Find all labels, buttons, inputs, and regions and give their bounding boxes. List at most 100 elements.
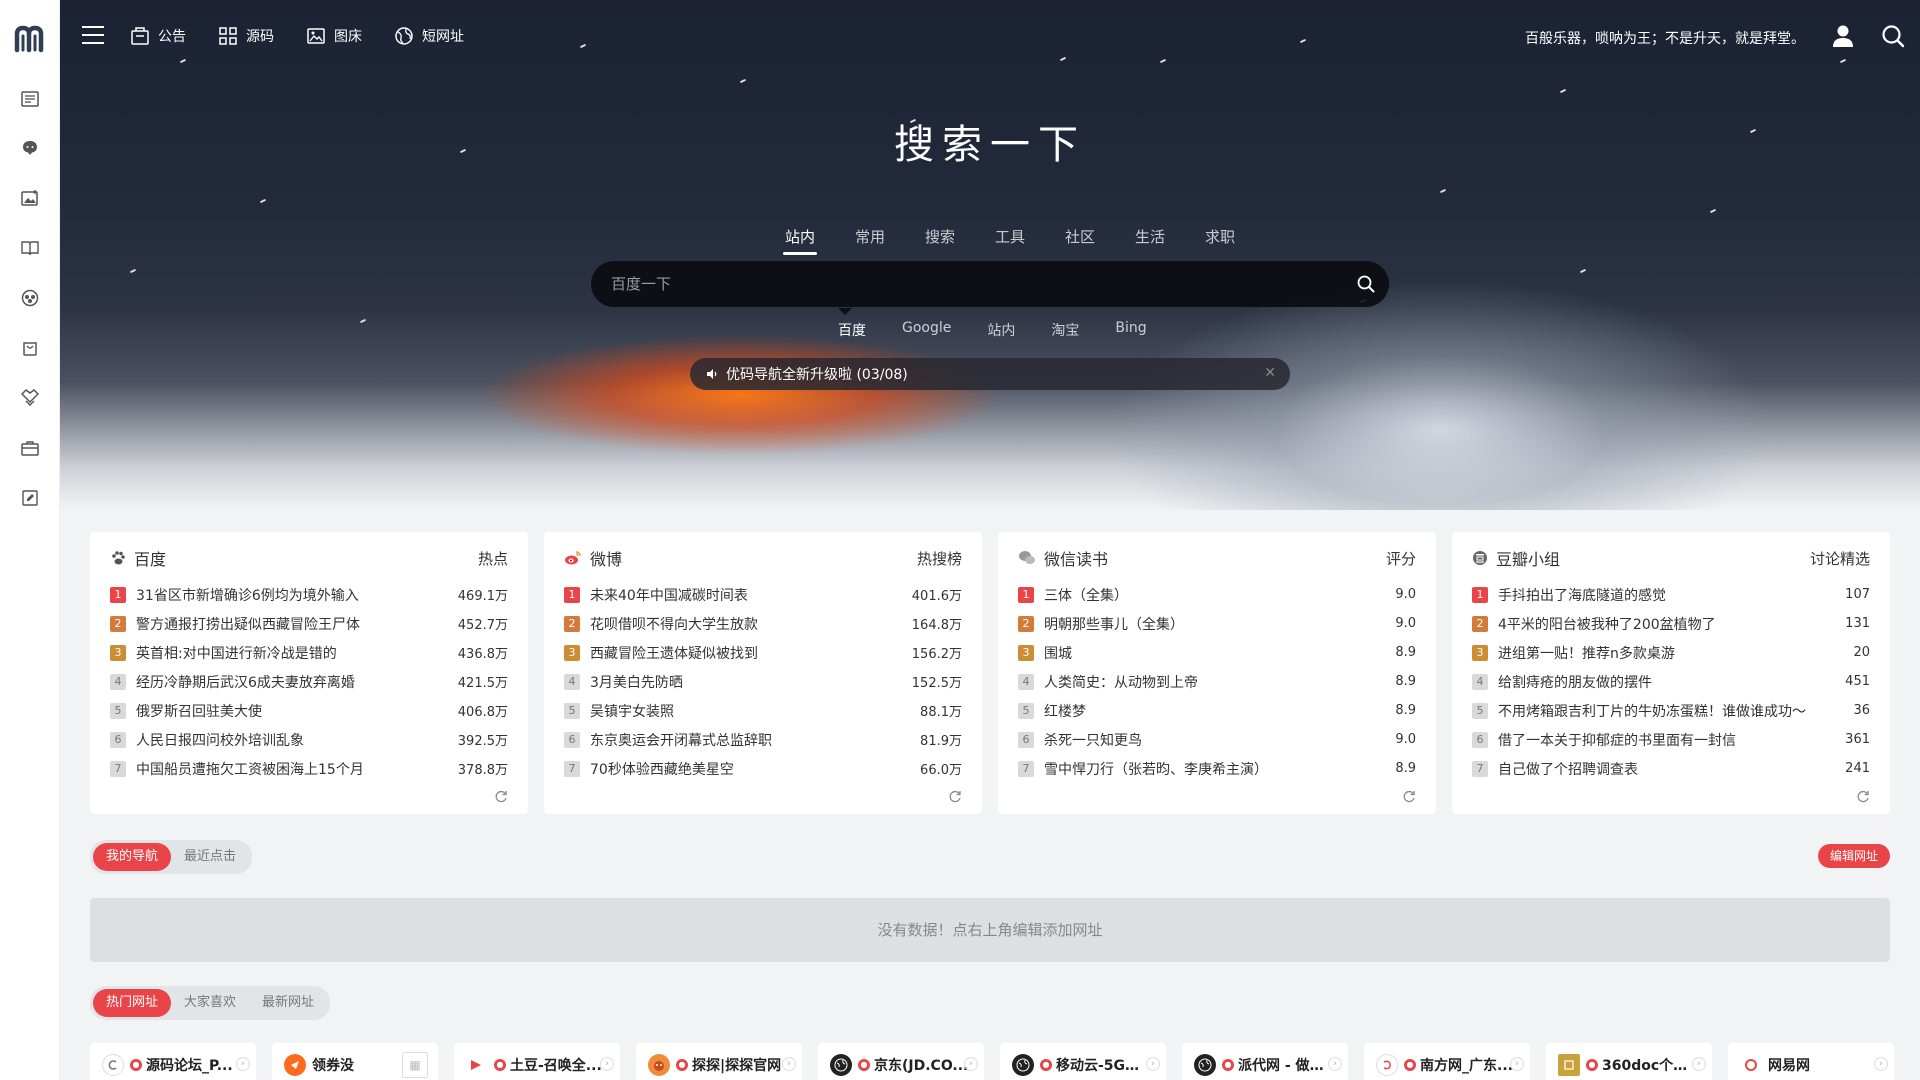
engine-bing[interactable]: Bing <box>1097 320 1164 340</box>
engine-baidu[interactable]: 百度 <box>820 320 884 340</box>
tab-community[interactable]: 社区 <box>1045 226 1115 255</box>
hot-title[interactable]: 围城 <box>1044 643 1395 663</box>
nav-image-host[interactable]: 图床 <box>306 26 362 46</box>
hot-title[interactable]: 人类简史：从动物到上帝 <box>1044 672 1395 692</box>
refresh-icon[interactable] <box>1856 790 1870 804</box>
hot-row[interactable]: 7 中国船员遭拖欠工资被困海上15个月 378.8万 <box>110 754 508 783</box>
hot-title[interactable]: 经历冷静期后武汉6成夫妻放弃离婚 <box>136 672 458 692</box>
search-input[interactable] <box>591 261 1343 307</box>
hot-row[interactable]: 2 花呗借呗不得向大学生放款 164.8万 <box>564 609 962 638</box>
hot-title[interactable]: 人民日报四问校外培训乱象 <box>136 730 458 750</box>
hot-row[interactable]: 7 雪中悍刀行（张若昀、李庚希主演） 8.9 <box>1018 754 1416 783</box>
shopping-bag-icon[interactable] <box>19 337 41 359</box>
hot-row[interactable]: 3 英首相:对中国进行新冷战是错的 436.8万 <box>110 638 508 667</box>
engine-taobao[interactable]: 淘宝 <box>1033 320 1097 340</box>
site-card[interactable]: ● 派代网 - 做电... › <box>1182 1043 1348 1080</box>
hot-row[interactable]: 3 进组第一贴！推荐n多款桌游 20 <box>1472 638 1870 667</box>
hot-row[interactable]: 2 明朝那些事儿（全集） 9.0 <box>1018 609 1416 638</box>
site-card[interactable]: ● 南方网_广东... › <box>1364 1043 1530 1080</box>
hot-row[interactable]: 4 3月美白先防晒 152.5万 <box>564 667 962 696</box>
refresh-icon[interactable] <box>1402 790 1416 804</box>
hot-title[interactable]: 手抖拍出了海底隧道的感觉 <box>1498 585 1845 605</box>
hot-title[interactable]: 红楼梦 <box>1044 701 1395 721</box>
tab-recent-clicks[interactable]: 最近点击 <box>171 843 249 871</box>
site-card[interactable]: ● 京东(JD.CO... › <box>818 1043 984 1080</box>
hot-title[interactable]: 中国船员遭拖欠工资被困海上15个月 <box>136 759 458 779</box>
site-arrow-icon[interactable]: › <box>1146 1057 1160 1071</box>
hot-row[interactable]: 6 东京奥运会开闭幕式总监辞职 81.9万 <box>564 725 962 754</box>
site-arrow-icon[interactable]: › <box>1328 1057 1342 1071</box>
nav-short-url[interactable]: 短网址 <box>394 26 464 46</box>
hot-row[interactable]: 6 借了一本关于抑郁症的书里面有一封信 361 <box>1472 725 1870 754</box>
hot-row[interactable]: 4 人类简史：从动物到上帝 8.9 <box>1018 667 1416 696</box>
briefcase-icon[interactable] <box>19 437 41 459</box>
nav-source-code[interactable]: 源码 <box>218 26 274 46</box>
hot-title[interactable]: 不用烤箱跟吉利丁片的牛奶冻蛋糕！谁做谁成功～ <box>1498 701 1853 721</box>
hot-row[interactable]: 5 俄罗斯召回驻美大使 406.8万 <box>110 696 508 725</box>
site-arrow-icon[interactable]: › <box>782 1057 796 1071</box>
hot-row[interactable]: 3 西藏冒险王遗体疑似被找到 156.2万 <box>564 638 962 667</box>
hot-title[interactable]: 自己做了个招聘调查表 <box>1498 759 1845 779</box>
tab-hot-sites[interactable]: 热门网址 <box>93 989 172 1017</box>
edit-icon[interactable] <box>19 487 41 509</box>
tab-common[interactable]: 常用 <box>835 226 905 255</box>
hot-title[interactable]: 警方通报打捞出疑似西藏冒险王尸体 <box>136 614 458 634</box>
hot-title[interactable]: 杀死一只知更鸟 <box>1044 730 1395 750</box>
site-card[interactable]: ● 探探|探探官网 › <box>636 1043 802 1080</box>
tab-favorites[interactable]: 大家喜欢 <box>171 989 249 1017</box>
site-logo[interactable] <box>11 20 49 58</box>
hot-row[interactable]: 6 人民日报四问校外培训乱象 392.5万 <box>110 725 508 754</box>
hot-title[interactable]: 雪中悍刀行（张若昀、李庚希主演） <box>1044 759 1395 779</box>
engine-site[interactable]: 站内 <box>969 320 1033 340</box>
site-card[interactable]: 领券没 ▦ <box>272 1043 438 1080</box>
hot-title[interactable]: 花呗借呗不得向大学生放款 <box>590 614 912 634</box>
book-icon[interactable] <box>19 237 41 259</box>
site-card[interactable]: ● 土豆-召唤全... › <box>454 1043 620 1080</box>
hot-row[interactable]: 4 给割痔疮的朋友做的摆件 451 <box>1472 667 1870 696</box>
hot-title[interactable]: 吴镇宇女装照 <box>590 701 920 721</box>
hot-row[interactable]: 7 自己做了个招聘调查表 241 <box>1472 754 1870 783</box>
tab-life[interactable]: 生活 <box>1115 226 1185 255</box>
tab-jobs[interactable]: 求职 <box>1185 226 1255 255</box>
hot-row[interactable]: 4 经历冷静期后武汉6成夫妻放弃离婚 421.5万 <box>110 667 508 696</box>
edit-urls-button[interactable]: 编辑网址 <box>1817 844 1890 868</box>
search-submit-button[interactable] <box>1343 261 1389 307</box>
tab-newest[interactable]: 最新网址 <box>249 989 327 1017</box>
site-arrow-icon[interactable]: › <box>600 1057 614 1071</box>
hot-row[interactable]: 1 未来40年中国减碳时间表 401.6万 <box>564 580 962 609</box>
site-arrow-icon[interactable]: › <box>964 1057 978 1071</box>
hot-row[interactable]: 1 手抖拍出了海底隧道的感觉 107 <box>1472 580 1870 609</box>
tab-site[interactable]: 站内 <box>765 226 835 255</box>
hot-row[interactable]: 2 4平米的阳台被我种了200盆植物了 131 <box>1472 609 1870 638</box>
hot-title[interactable]: 俄罗斯召回驻美大使 <box>136 701 458 721</box>
news-icon[interactable] <box>19 88 41 110</box>
hot-row[interactable]: 6 杀死一只知更鸟 9.0 <box>1018 725 1416 754</box>
hand-heart-icon[interactable] <box>19 387 41 409</box>
site-arrow-icon[interactable]: › <box>1692 1057 1706 1071</box>
game-icon[interactable] <box>19 287 41 309</box>
user-icon[interactable] <box>1831 24 1855 48</box>
hot-title[interactable]: 明朝那些事儿（全集） <box>1044 614 1395 634</box>
site-arrow-icon[interactable]: › <box>1874 1057 1888 1071</box>
hot-title[interactable]: 31省区市新增确诊6例均为境外输入 <box>136 585 458 605</box>
site-card[interactable]: 网易网 › <box>1728 1043 1894 1080</box>
refresh-icon[interactable] <box>494 790 508 804</box>
hot-title[interactable]: 3月美白先防晒 <box>590 672 912 692</box>
hot-title[interactable]: 三体（全集） <box>1044 585 1395 605</box>
search-icon[interactable] <box>1881 24 1905 48</box>
tab-my-nav[interactable]: 我的导航 <box>93 843 172 871</box>
hot-row[interactable]: 2 警方通报打捞出疑似西藏冒险王尸体 452.7万 <box>110 609 508 638</box>
qr-code-icon[interactable]: ▦ <box>402 1052 428 1078</box>
hot-row[interactable]: 5 吴镇宇女装照 88.1万 <box>564 696 962 725</box>
site-card[interactable]: ● 移动云-5G时... › <box>1000 1043 1166 1080</box>
tab-search[interactable]: 搜索 <box>905 226 975 255</box>
hot-title[interactable]: 未来40年中国减碳时间表 <box>590 585 912 605</box>
hot-title[interactable]: 4平米的阳台被我种了200盆植物了 <box>1498 614 1845 634</box>
hot-title[interactable]: 借了一本关于抑郁症的书里面有一封信 <box>1498 730 1845 750</box>
hot-row[interactable]: 3 围城 8.9 <box>1018 638 1416 667</box>
tab-tools[interactable]: 工具 <box>975 226 1045 255</box>
hot-title[interactable]: 西藏冒险王遗体疑似被找到 <box>590 643 912 663</box>
hot-row[interactable]: 1 三体（全集） 9.0 <box>1018 580 1416 609</box>
hot-title[interactable]: 70秒体验西藏绝美星空 <box>590 759 920 779</box>
engine-google[interactable]: Google <box>884 320 969 340</box>
